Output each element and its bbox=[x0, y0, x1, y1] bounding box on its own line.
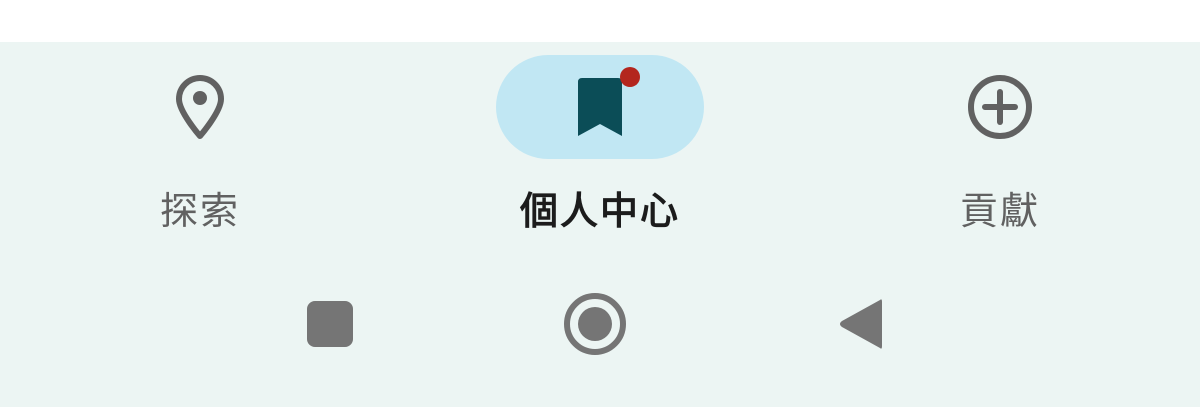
recents-square-icon bbox=[307, 301, 353, 347]
notification-badge bbox=[620, 67, 640, 87]
home-button[interactable] bbox=[555, 284, 635, 364]
nav-icon-container bbox=[896, 55, 1104, 159]
status-area bbox=[0, 0, 1200, 42]
nav-label-personal-center: 個人中心 bbox=[519, 189, 680, 233]
recents-button[interactable] bbox=[290, 284, 370, 364]
add-circle-icon bbox=[968, 75, 1032, 139]
back-button[interactable] bbox=[820, 284, 900, 364]
nav-label-contribute: 貢獻 bbox=[959, 189, 1040, 233]
home-circle-icon bbox=[564, 293, 626, 355]
bottom-navigation-bar: 探索 個人中心 貢獻 bbox=[0, 42, 1200, 252]
nav-icon-container bbox=[96, 55, 304, 159]
system-navigation-bar bbox=[0, 252, 1200, 407]
nav-label-explore: 探索 bbox=[159, 189, 240, 233]
nav-icon-container-active bbox=[496, 55, 704, 159]
location-pin-icon bbox=[176, 75, 224, 139]
nav-item-explore[interactable]: 探索 bbox=[0, 42, 400, 252]
back-triangle-icon bbox=[840, 299, 882, 349]
bookmark-icon bbox=[578, 78, 622, 136]
nav-item-personal-center[interactable]: 個人中心 bbox=[400, 42, 800, 252]
nav-item-contribute[interactable]: 貢獻 bbox=[800, 42, 1200, 252]
